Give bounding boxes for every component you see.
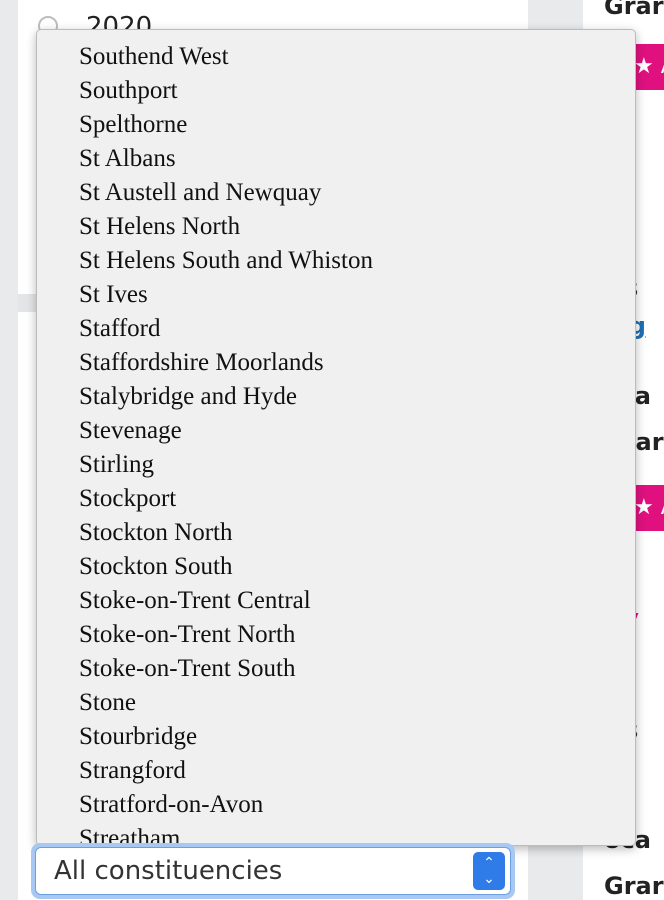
panel-divider xyxy=(18,294,36,312)
grant-heading: Grar xyxy=(604,0,664,20)
dropdown-option[interactable]: Stourbridge xyxy=(37,720,635,754)
select-chevron-icon[interactable]: ⌃ ⌄ xyxy=(473,852,505,890)
dropdown-option[interactable]: Stafford xyxy=(37,312,635,346)
dropdown-option[interactable]: Spelthorne xyxy=(37,108,635,142)
dropdown-option[interactable]: St Helens South and Whiston xyxy=(37,244,635,278)
chevron-up-icon: ⌃ xyxy=(483,855,495,871)
dropdown-option[interactable]: St Ives xyxy=(37,278,635,312)
select-box[interactable]: All constituencies ⌃ ⌄ xyxy=(35,847,511,895)
dropdown-option[interactable]: Stone xyxy=(37,686,635,720)
dropdown-option[interactable]: Stockton South xyxy=(37,550,635,584)
dropdown-option[interactable]: Stirling xyxy=(37,448,635,482)
dropdown-option[interactable]: Stalybridge and Hyde xyxy=(37,380,635,414)
chevron-down-icon: ⌄ xyxy=(483,871,495,887)
dropdown-option[interactable]: St Austell and Newquay xyxy=(37,176,635,210)
dropdown-option[interactable]: Stockton North xyxy=(37,516,635,550)
dropdown-option[interactable]: Stoke-on-Trent North xyxy=(37,618,635,652)
dropdown-option[interactable]: Stoke-on-Trent Central xyxy=(37,584,635,618)
dropdown-option[interactable]: Strangford xyxy=(37,754,635,788)
dropdown-option[interactable]: Stockport xyxy=(37,482,635,516)
dropdown-option[interactable]: St Helens North xyxy=(37,210,635,244)
dropdown-option[interactable]: Stratford-on-Avon xyxy=(37,788,635,822)
select-value: All constituencies xyxy=(54,856,283,886)
add-button-1[interactable]: ★ A xyxy=(632,44,664,90)
grant-label-2: Grar xyxy=(604,872,664,900)
constituency-dropdown-list[interactable]: Southend West Southport Spelthorne St Alban… xyxy=(36,29,636,846)
dropdown-option[interactable]: Southport xyxy=(37,74,635,108)
add-button-2[interactable]: ★ A xyxy=(632,485,664,531)
dropdown-option[interactable]: Staffordshire Moorlands xyxy=(37,346,635,380)
dropdown-option[interactable]: Southend West xyxy=(37,40,635,74)
dropdown-options: Southend West Southport Spelthorne St Alban… xyxy=(37,30,635,845)
constituency-select[interactable]: All constituencies ⌃ ⌄ xyxy=(31,843,515,899)
dropdown-option[interactable]: Stevenage xyxy=(37,414,635,448)
dropdown-option[interactable]: St Albans xyxy=(37,142,635,176)
dropdown-option[interactable]: Stoke-on-Trent South xyxy=(37,652,635,686)
